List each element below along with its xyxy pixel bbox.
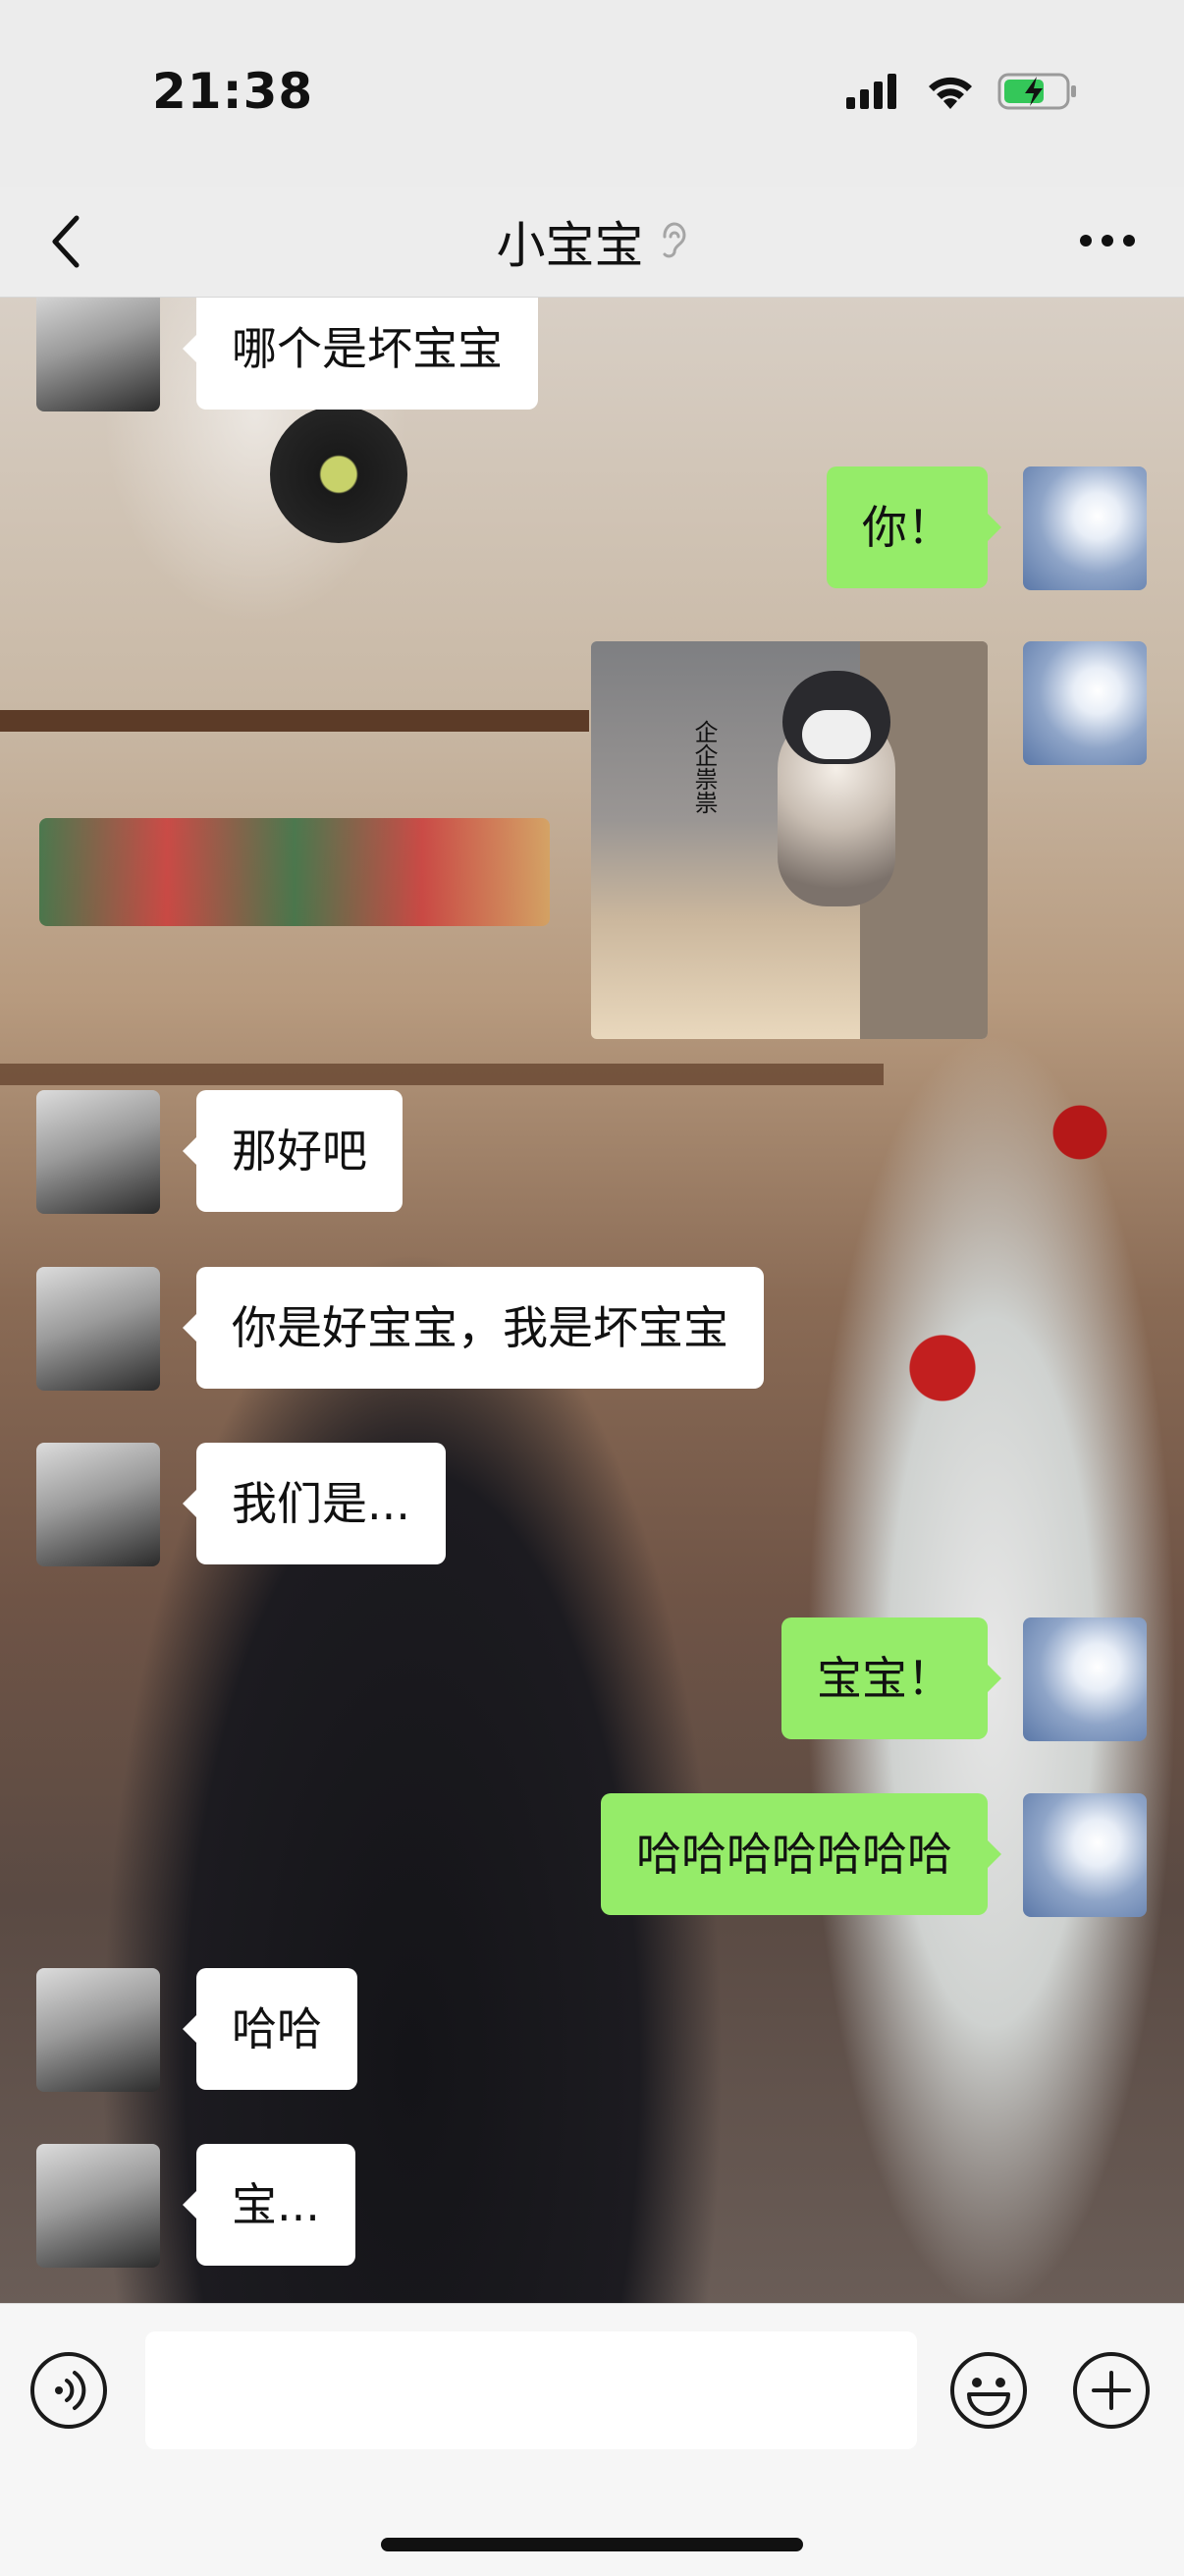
contact-avatar[interactable] bbox=[36, 1090, 160, 1214]
my-avatar[interactable] bbox=[1023, 466, 1147, 590]
sticker-caption: 企企祟祟 bbox=[690, 720, 718, 814]
input-bar bbox=[0, 2303, 1184, 2576]
contact-avatar[interactable] bbox=[36, 298, 160, 411]
message-bubble-outgoing[interactable]: 哈哈哈哈哈哈哈 bbox=[601, 1793, 1001, 1915]
message-bubble-incoming[interactable]: 你是好宝宝，我是坏宝宝 bbox=[183, 1267, 764, 1389]
more-dots-icon[interactable] bbox=[1078, 226, 1137, 255]
message-bubble-outgoing[interactable]: 宝宝！ bbox=[781, 1617, 1001, 1739]
cellular-signal-icon bbox=[846, 74, 896, 109]
contact-avatar[interactable] bbox=[36, 1443, 160, 1566]
chat-title-wrap: 小宝宝 bbox=[0, 206, 1184, 277]
sticker-penguin-face bbox=[802, 710, 871, 759]
contact-avatar[interactable] bbox=[36, 1968, 160, 2092]
status-time: 21:38 bbox=[152, 63, 314, 120]
background-shelf bbox=[0, 710, 589, 732]
battery-charging-icon bbox=[997, 73, 1076, 110]
contact-avatar[interactable] bbox=[36, 2144, 160, 2268]
background-vinyl bbox=[270, 406, 407, 543]
status-bar: 21:38 bbox=[0, 0, 1184, 187]
chat-header: 小宝宝 bbox=[0, 187, 1184, 298]
message-bubble-incoming[interactable]: 哪个是坏宝宝 bbox=[183, 298, 538, 410]
message-bubble-outgoing[interactable]: 你！ bbox=[827, 466, 1001, 588]
home-indicator[interactable] bbox=[381, 2538, 803, 2551]
background-shelf bbox=[0, 1064, 884, 1085]
emoji-icon[interactable] bbox=[949, 2351, 1028, 2430]
wifi-icon bbox=[929, 77, 972, 109]
plus-icon[interactable] bbox=[1072, 2351, 1151, 2430]
sticker-image[interactable]: 企企祟祟 bbox=[591, 641, 988, 1039]
background-sign bbox=[39, 818, 550, 926]
my-avatar[interactable] bbox=[1023, 1617, 1147, 1741]
my-avatar[interactable] bbox=[1023, 641, 1147, 765]
my-avatar[interactable] bbox=[1023, 1793, 1147, 1917]
message-bubble-incoming[interactable]: 宝... bbox=[183, 2144, 355, 2266]
message-bubble-incoming[interactable]: 那好吧 bbox=[183, 1090, 403, 1212]
message-input[interactable] bbox=[145, 2331, 917, 2449]
status-icons bbox=[844, 71, 1078, 112]
message-bubble-incoming[interactable]: 我们是... bbox=[183, 1443, 446, 1564]
chat-title[interactable]: 小宝宝 bbox=[496, 217, 643, 274]
voice-icon[interactable] bbox=[29, 2351, 108, 2430]
contact-avatar[interactable] bbox=[36, 1267, 160, 1391]
chat-area[interactable]: 哪个是坏宝宝 你！ 企企祟祟 那好吧 你是好宝宝，我是坏宝宝 我们是... 宝宝… bbox=[0, 298, 1184, 2303]
message-bubble-incoming[interactable]: 哈哈 bbox=[183, 1968, 357, 2090]
ear-icon bbox=[663, 222, 686, 258]
